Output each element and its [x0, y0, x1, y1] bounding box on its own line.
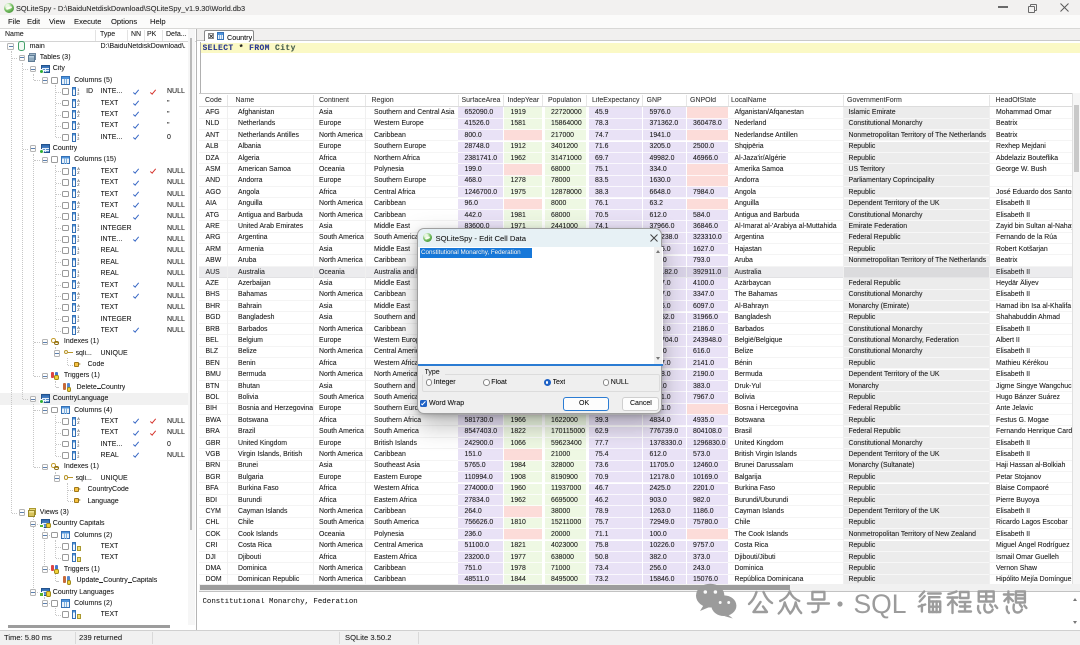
svg-text:SQL: SQL — [854, 589, 907, 619]
